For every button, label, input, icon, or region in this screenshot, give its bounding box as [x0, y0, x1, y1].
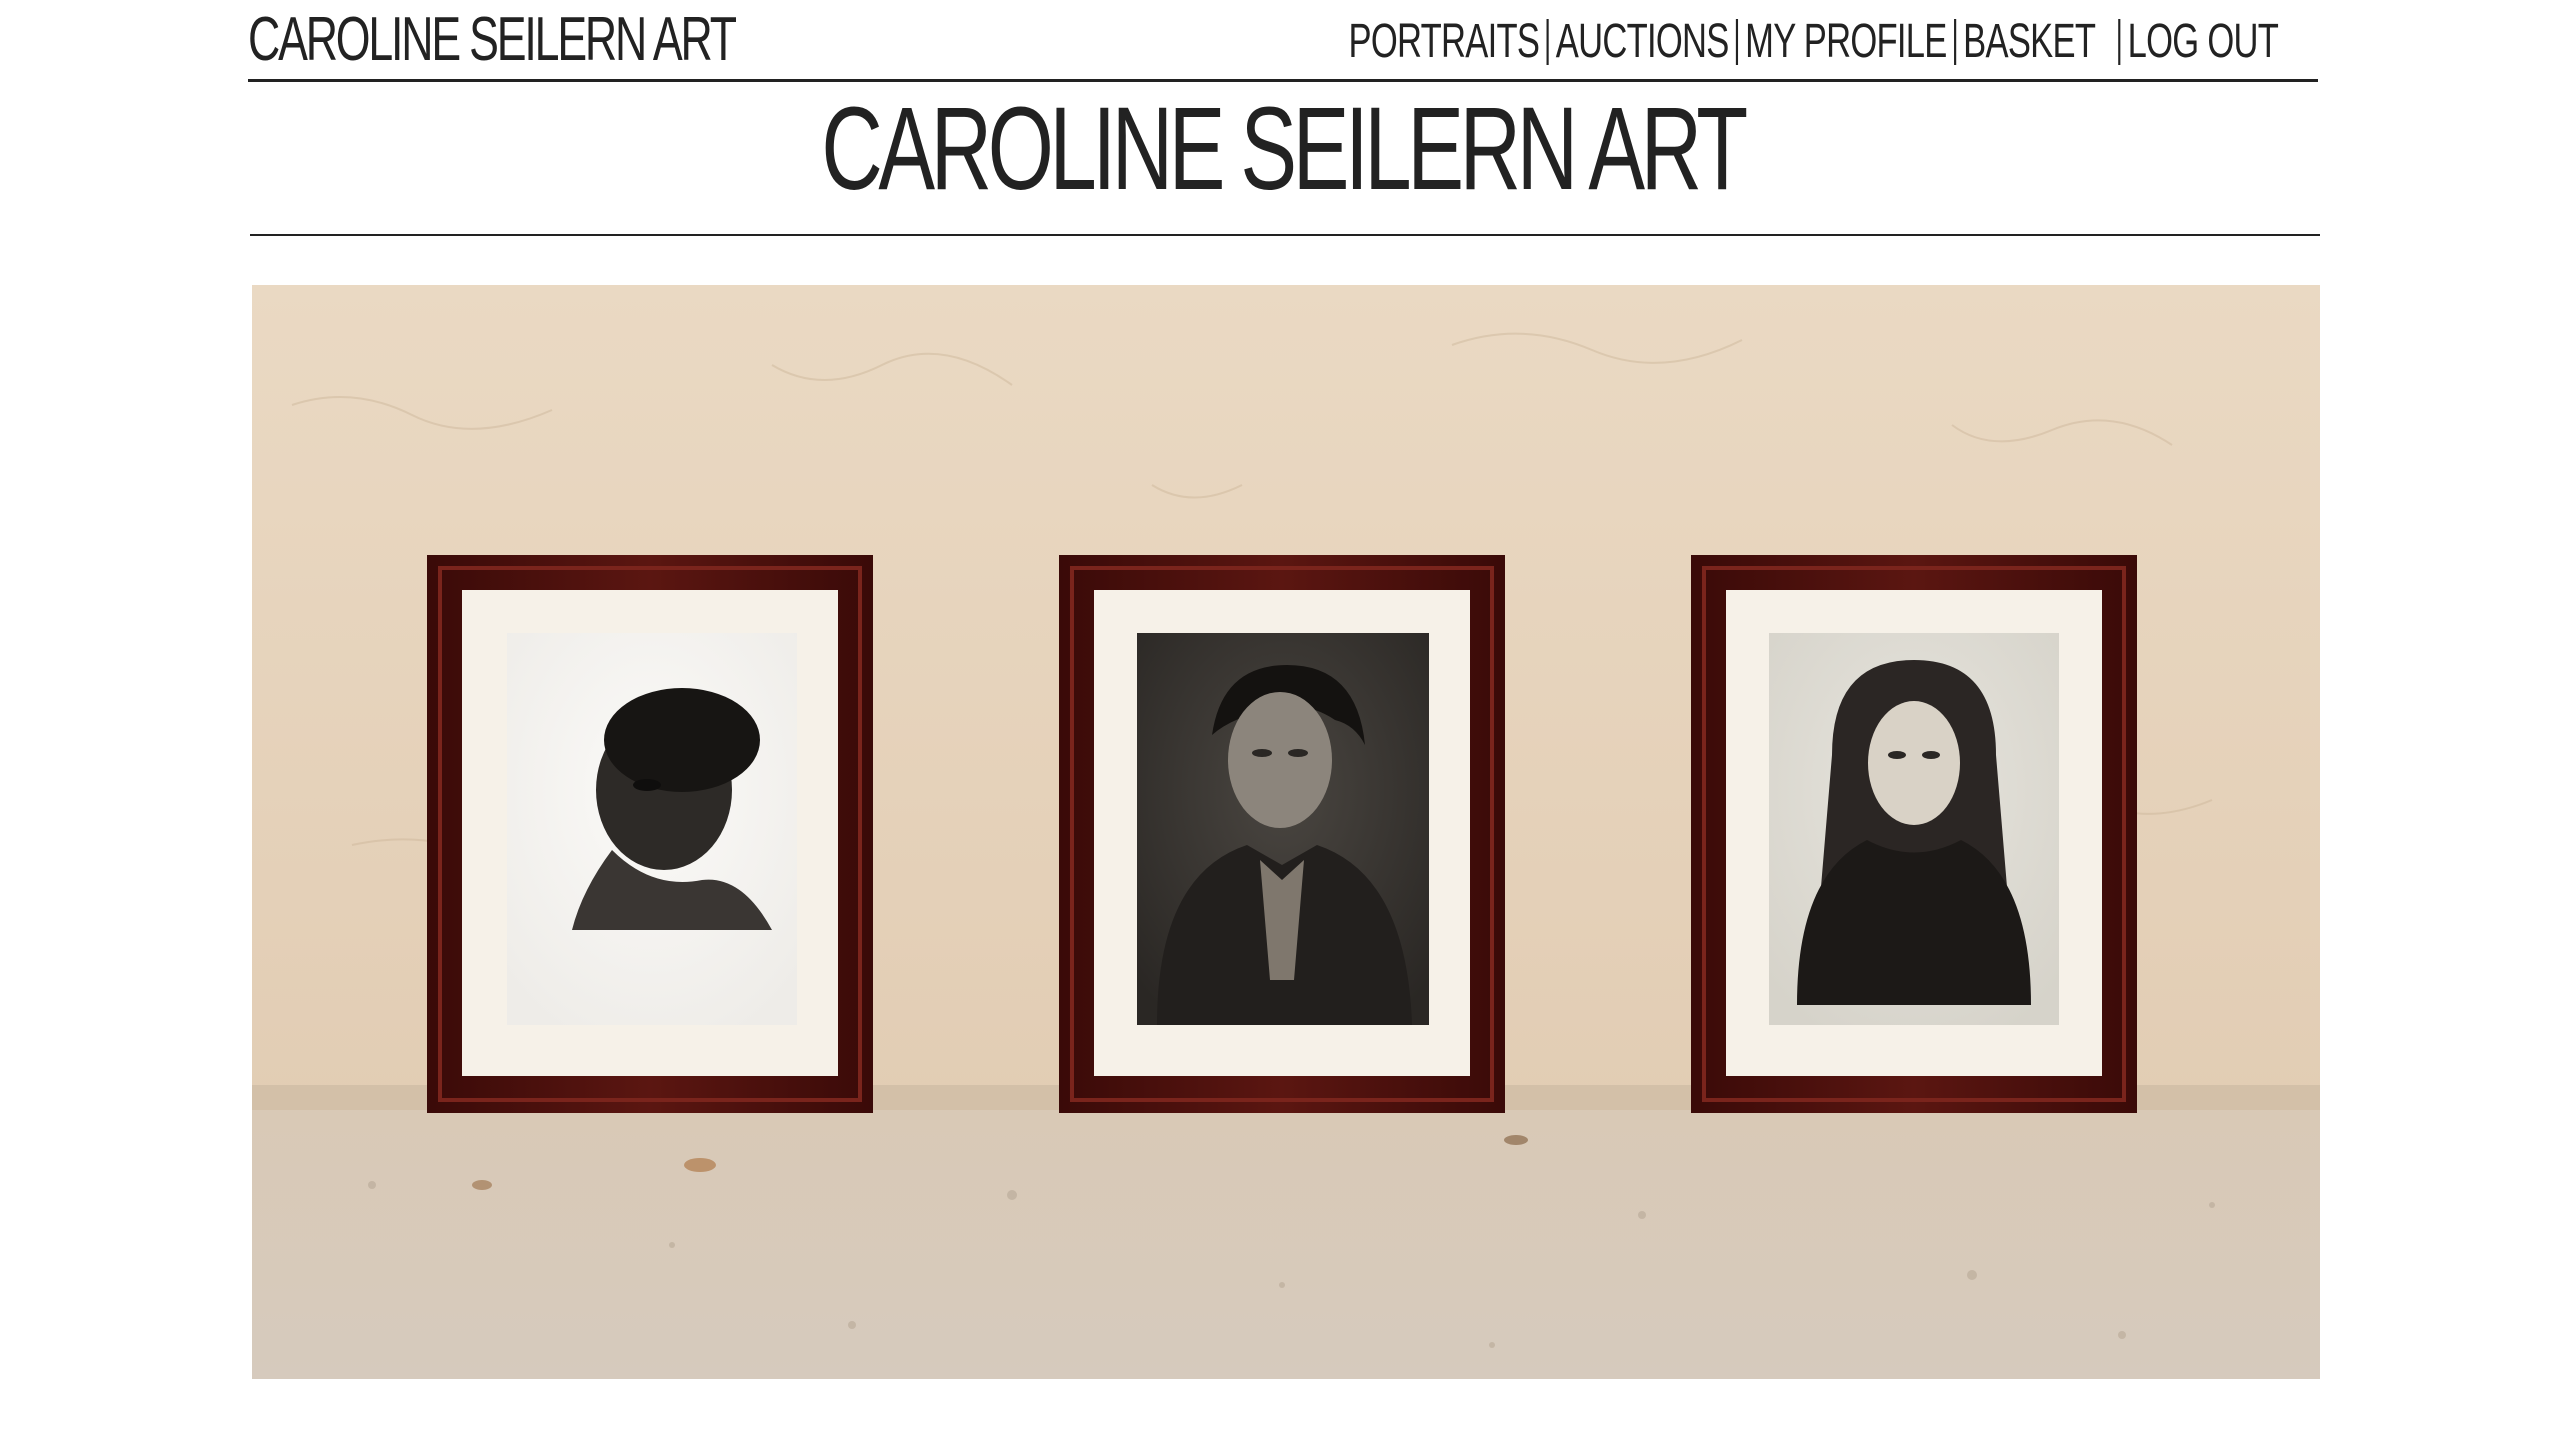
nav-basket[interactable]: BASKET [1963, 12, 2096, 72]
nav-separator [1546, 19, 1549, 65]
title-divider [250, 234, 2320, 236]
portrait-frame-1 [427, 555, 873, 1113]
brand-logo-link[interactable]: CAROLINE SEILERN ART [248, 4, 737, 76]
hero-title-wrap: CAROLINE SEILERN ART [248, 84, 2318, 234]
nav-auctions[interactable]: AUCTIONS [1556, 12, 1730, 72]
top-bar: CAROLINE SEILERN ART PORTRAITS AUCTIONS … [248, 0, 2318, 82]
hero-photo-illustration [252, 285, 2320, 1379]
nav-log-out[interactable]: LOG OUT [2127, 12, 2278, 72]
page-title: CAROLINE SEILERN ART [821, 83, 1749, 215]
nav-separator [2118, 19, 2121, 65]
portrait-frame-3 [1691, 555, 2137, 1113]
nav-portraits[interactable]: PORTRAITS [1348, 12, 1539, 72]
portrait-frame-2 [1059, 555, 1505, 1113]
nav-my-profile[interactable]: MY PROFILE [1745, 12, 1947, 72]
nav-separator [1735, 19, 1738, 65]
nav-separator [1953, 19, 1956, 65]
main-nav: PORTRAITS AUCTIONS MY PROFILE BASKET LOG… [1348, 12, 2278, 72]
page: CAROLINE SEILERN ART PORTRAITS AUCTIONS … [0, 0, 2554, 1436]
hero-image [252, 285, 2320, 1379]
